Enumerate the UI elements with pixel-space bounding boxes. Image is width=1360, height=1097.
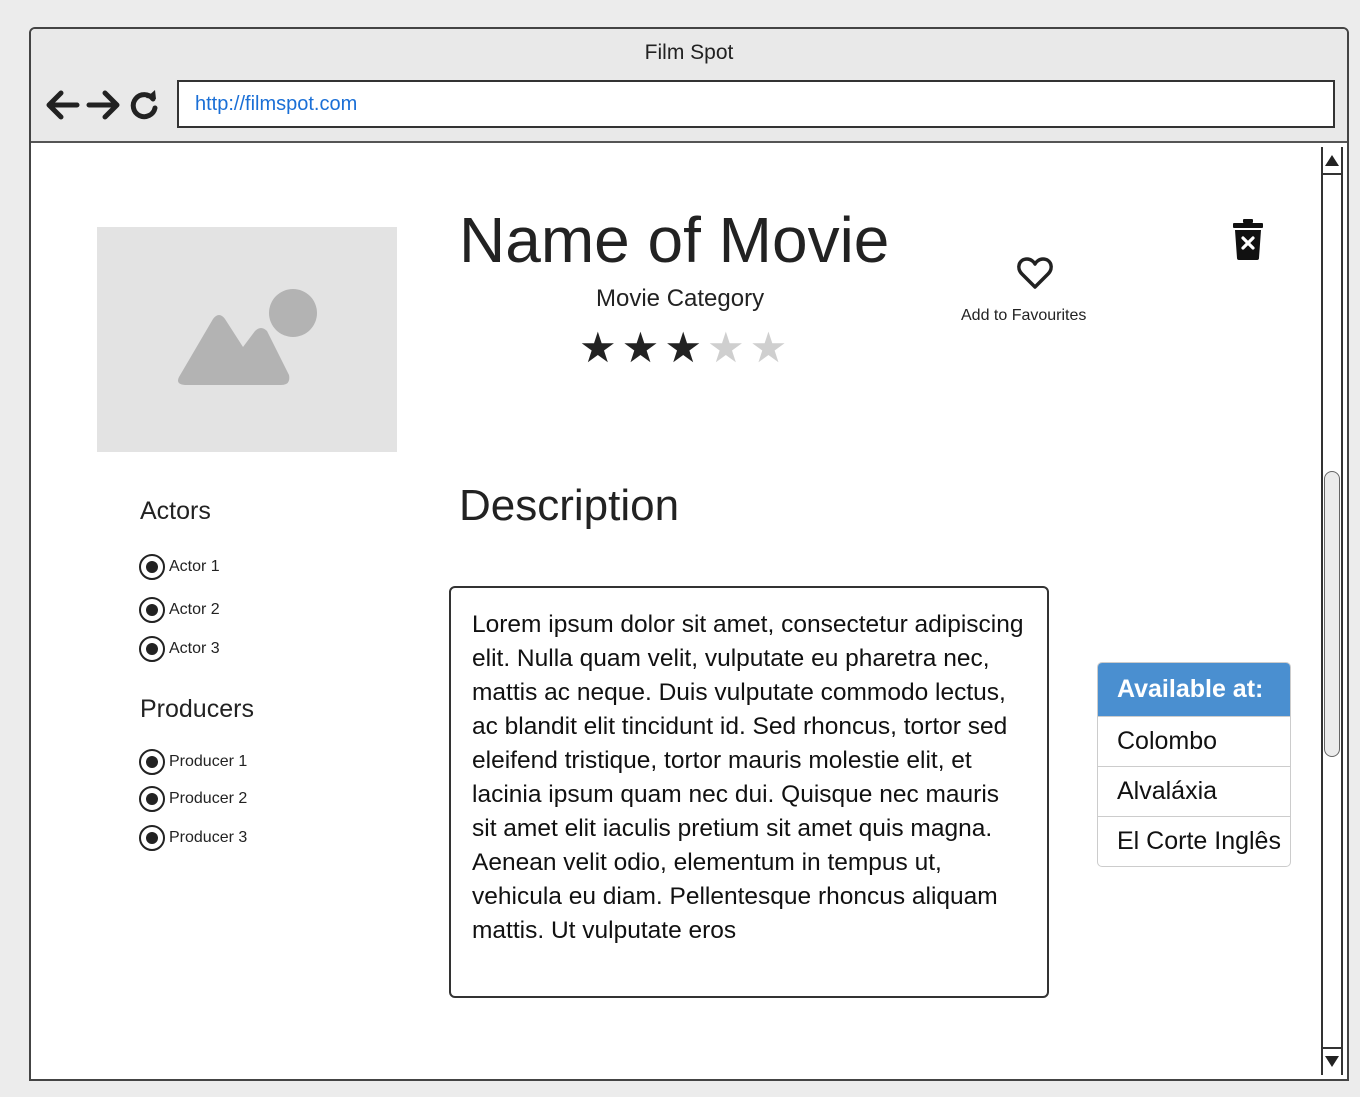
scroll-up-button[interactable]: [1323, 147, 1341, 175]
movie-category: Movie Category: [596, 285, 765, 312]
actor-label: Actor 1: [169, 558, 220, 575]
heart-outline-icon: [1017, 257, 1053, 289]
triangle-up-icon: [1325, 155, 1339, 166]
producer-label: Producer 3: [169, 829, 248, 846]
producers-heading: Producers: [140, 695, 254, 723]
radio-selected-icon: [139, 597, 165, 623]
star-empty-icon[interactable]: ★: [707, 327, 745, 369]
arrow-left-icon: [46, 90, 80, 120]
availability-item[interactable]: Colombo: [1098, 716, 1290, 766]
arrow-right-icon: [86, 90, 120, 120]
scroll-down-button[interactable]: [1323, 1047, 1341, 1075]
producer-item[interactable]: Producer 2: [139, 786, 247, 812]
scroll-thumb[interactable]: [1324, 471, 1340, 757]
star-filled-icon[interactable]: ★: [664, 327, 702, 369]
radio-selected-icon: [139, 749, 165, 775]
producer-item[interactable]: Producer 3: [139, 825, 247, 851]
radio-selected-icon: [139, 636, 165, 662]
back-button[interactable]: [43, 88, 81, 122]
url-bar[interactable]: http://filmspot.com: [177, 80, 1335, 128]
star-empty-icon[interactable]: ★: [750, 327, 788, 369]
page-content: Name of Movie Movie Category ★ ★ ★ ★ ★ Add t…: [31, 143, 1347, 1079]
add-to-favourites-button[interactable]: [1016, 255, 1054, 296]
actor-item[interactable]: Actor 3: [139, 636, 220, 662]
movie-title: Name of Movie: [459, 204, 890, 276]
actor-item[interactable]: Actor 2: [139, 597, 220, 623]
radio-selected-icon: [139, 554, 165, 580]
triangle-down-icon: [1325, 1056, 1339, 1067]
window-title: Film Spot: [644, 41, 734, 64]
browser-window: Film Spot http://filmspot.com Name of Mo…: [29, 27, 1349, 1081]
radio-selected-icon: [139, 825, 165, 851]
radio-selected-icon: [139, 786, 165, 812]
star-filled-icon[interactable]: ★: [622, 327, 660, 369]
reload-button[interactable]: [127, 88, 161, 122]
star-filled-icon[interactable]: ★: [579, 327, 617, 369]
actors-heading: Actors: [140, 497, 211, 525]
star-rating[interactable]: ★ ★ ★ ★ ★: [579, 327, 787, 369]
description-text[interactable]: Lorem ipsum dolor sit amet, consectetur …: [449, 586, 1049, 998]
forward-button[interactable]: [85, 88, 123, 122]
producer-label: Producer 1: [169, 753, 248, 770]
image-placeholder-icon: [178, 289, 317, 385]
actor-label: Actor 2: [169, 601, 220, 618]
add-to-favourites-label[interactable]: Add to Favourites: [961, 307, 1086, 325]
availability-list: Available at: Colombo Alvaláxia El Corte…: [1097, 662, 1291, 867]
vertical-scrollbar[interactable]: [1321, 147, 1343, 1075]
producer-label: Producer 2: [169, 790, 248, 807]
availability-item[interactable]: El Corte Inglês: [1098, 816, 1290, 866]
trash-x-icon: [1233, 219, 1263, 260]
actor-item[interactable]: Actor 1: [139, 554, 220, 580]
movie-poster: [97, 227, 397, 452]
description-heading: Description: [459, 481, 680, 530]
producer-item[interactable]: Producer 1: [139, 749, 247, 775]
nav-buttons: [43, 85, 161, 125]
availability-item[interactable]: Alvaláxia: [1098, 766, 1290, 816]
actor-label: Actor 3: [169, 640, 220, 657]
title-bar: Film Spot http://filmspot.com: [31, 29, 1347, 143]
reload-icon: [130, 90, 158, 120]
availability-heading: Available at:: [1098, 663, 1290, 716]
delete-button[interactable]: [1232, 218, 1264, 265]
